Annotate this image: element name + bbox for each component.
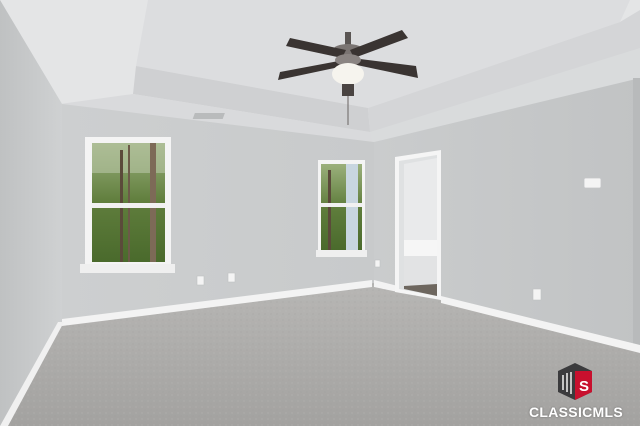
svg-text:S: S — [579, 378, 589, 395]
watermark-text: CLASSICMLS — [529, 404, 623, 420]
room-photo: S — [0, 0, 640, 426]
right-wall-edge — [633, 78, 640, 352]
thermostat — [583, 177, 602, 189]
ceiling-vent — [192, 113, 225, 119]
bathroom-doorway — [395, 150, 441, 300]
left-window — [80, 137, 175, 273]
center-window — [316, 160, 367, 257]
